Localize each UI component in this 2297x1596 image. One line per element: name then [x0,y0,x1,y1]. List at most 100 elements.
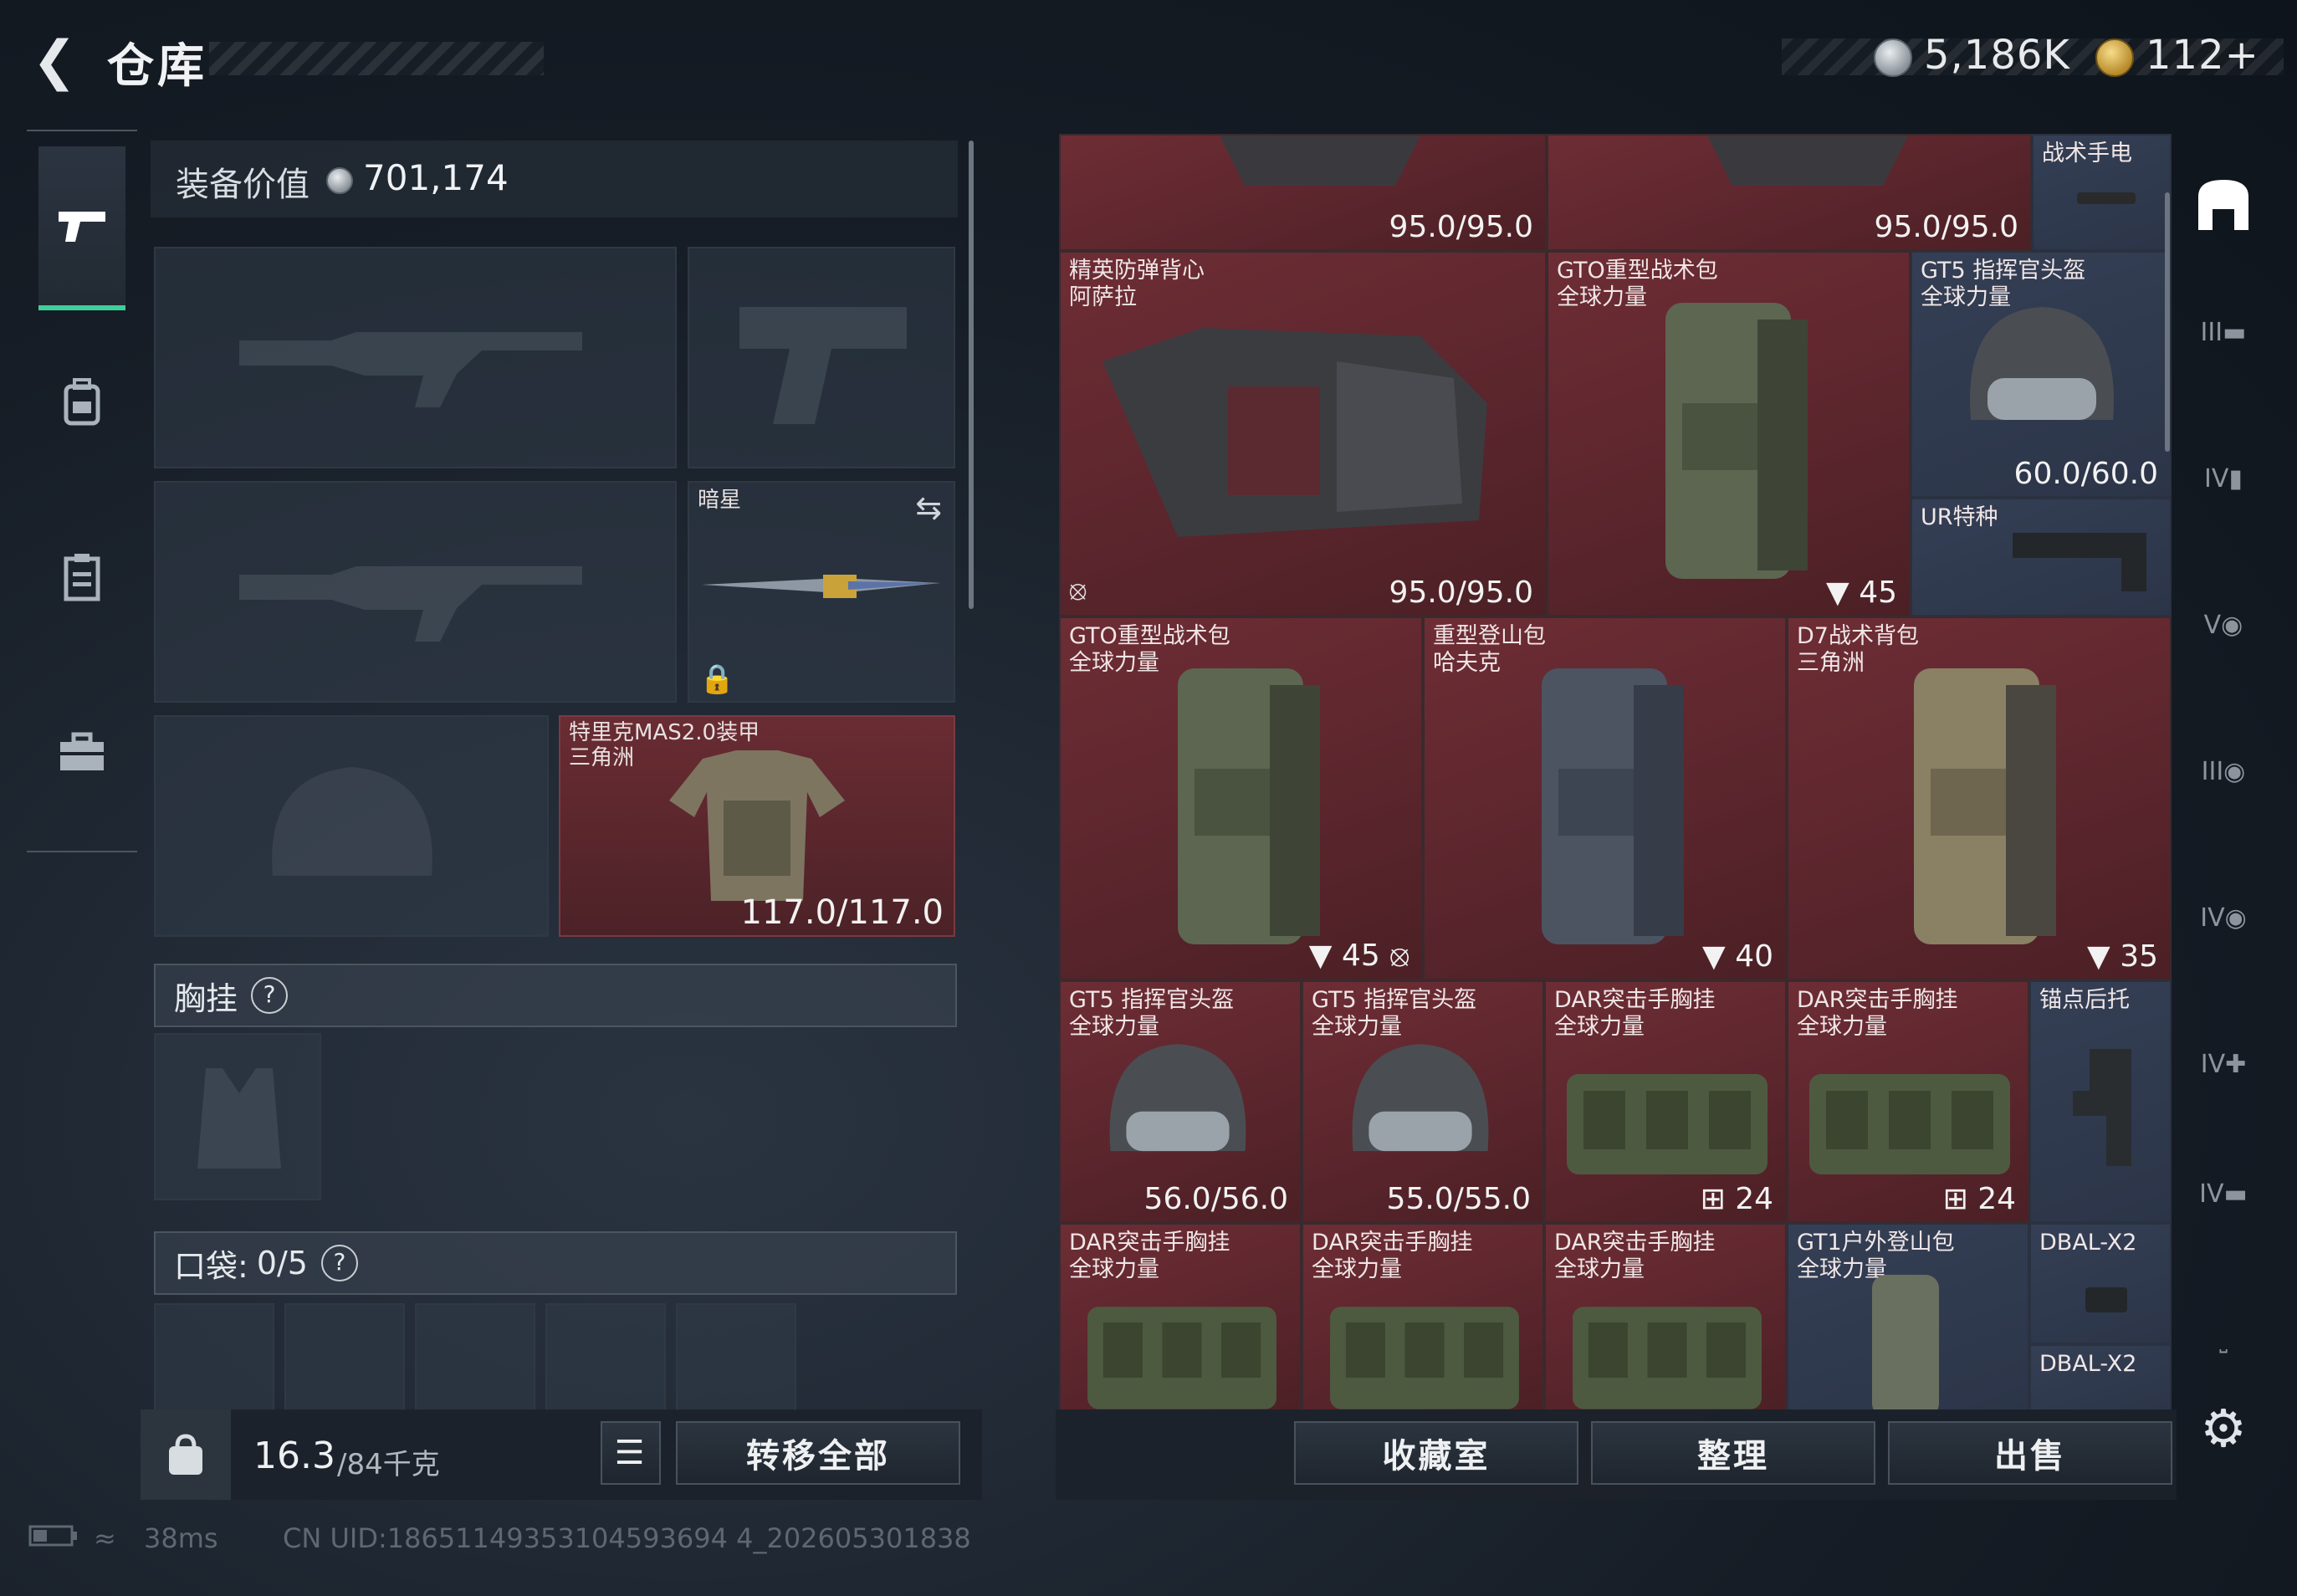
chest-rig-header: 胸挂 ? [154,964,957,1027]
primary-weapon-slot[interactable] [154,247,677,468]
grid-item[interactable]: GT1户外登山包 全球力量 [1787,1223,2029,1409]
silver-coin-icon [1874,38,1912,77]
transfer-all-button[interactable]: 转移全部 [676,1421,960,1485]
grid-item[interactable]: DAR突击手胸挂 全球力量 ⊞ 24 [1544,980,1787,1223]
backpack-icon [1914,668,2056,944]
grid-item[interactable]: DBAL-X2 [2029,1344,2172,1409]
swap-arrows-icon[interactable]: ⇆ [915,489,942,526]
grid-item[interactable]: 精英防弹背心 阿萨拉 ⦻ 95.0/95.0 [1059,251,1547,616]
panel-scrollbar[interactable] [969,141,974,609]
chest-rig-slot[interactable] [154,1033,321,1200]
filter-tier-4-gear-icon[interactable]: IV◉ [2182,903,2265,933]
grid-scrollbar[interactable] [2165,192,2170,452]
filter-tier-5-helmet-icon[interactable]: V◉ [2182,611,2265,640]
item-capacity: ▼ 35 [2087,939,2158,974]
armor-partial-icon [1707,136,1908,186]
tab-consumables[interactable] [38,498,125,657]
back-arrow-icon[interactable]: ❮ [25,32,84,90]
secondary-weapon-slot[interactable] [154,481,677,703]
silver-coin-icon [326,167,353,194]
helmet-icon [1109,1044,1246,1152]
tab-keys-case[interactable] [38,673,125,832]
collection-room-button[interactable]: 收藏室 [1294,1421,1578,1485]
chest-rig-silhouette-icon [197,1068,281,1169]
sell-button[interactable]: 出售 [1888,1421,2172,1485]
gold-coin-icon [2095,38,2134,77]
grid-item[interactable]: UR特种 [1911,498,2172,616]
grid-item[interactable]: GTO重型战术包 全球力量 ▼ 45 ⦻ [1059,616,1423,980]
chest-rig-icon [1330,1307,1519,1409]
grid-item[interactable]: DAR突击手胸挂 全球力量 ⊞ 24 [1787,980,2029,1223]
sidearm-slot[interactable] [688,247,955,468]
lock-icon: 🔒 [699,662,735,696]
rifle-stock-icon [2013,533,2146,591]
item-name: DAR突击手胸挂 全球力量 [1554,1230,1716,1282]
grid-item[interactable]: 战术手电 [2032,134,2172,251]
collapse-icon[interactable]: ⎵ [2182,1330,2265,1353]
title-stripe-decoration [209,42,544,75]
pockets-header: 口袋: 0/5 ? [154,1231,957,1295]
backpack-icon [1542,668,1684,944]
filter-tier-3-weapon-icon[interactable]: III▬ [2182,318,2265,347]
grid-item[interactable]: GT5 指挥官头盔 全球力量 55.0/55.0 [1302,980,1544,1223]
grid-item[interactable]: 重型登山包 哈夫克 ▼ 40 [1423,616,1787,980]
item-capacity: ⊞ 24 [1700,1182,1773,1216]
item-capacity: ⊞ 24 [1942,1182,2016,1216]
helmet-silhouette-icon [272,767,432,876]
pocket-slot[interactable] [545,1303,666,1412]
melee-slot[interactable]: 暗星 ⇆ 🔒 [688,481,955,703]
filter-tier-4-misc-icon[interactable]: IV▬ [2182,1179,2265,1209]
home-storage-icon[interactable] [2182,176,2265,241]
sort-button[interactable]: 整理 [1591,1421,1875,1485]
battery-icon [28,1522,79,1554]
grid-item[interactable]: DAR突击手胸挂 全球力量 [1544,1223,1787,1409]
filter-tier-3-gear-icon[interactable]: III◉ [2182,757,2265,786]
pocket-slot[interactable] [284,1303,405,1412]
chest-rig-help-icon[interactable]: ? [251,977,289,1014]
pockets-help-icon[interactable]: ? [320,1245,358,1281]
list-view-icon[interactable]: ☰ [601,1421,661,1485]
equipment-value: 701,174 [363,157,509,198]
grid-item[interactable]: GT5 指挥官头盔 全球力量 60.0/60.0 [1911,251,2172,498]
item-name: 战术手电 [2042,141,2132,166]
grid-item[interactable]: DAR突击手胸挂 全球力量 [1302,1223,1544,1409]
grid-item[interactable]: 锚点后托 [2029,980,2172,1223]
filter-tier-4-armor-icon[interactable]: IV▮ [2182,464,2265,494]
tab-backpack[interactable] [38,322,125,481]
rifle-silhouette-icon [239,332,582,407]
grid-item[interactable]: DAR突击手胸挂 全球力量 [1059,1223,1302,1409]
pistol-icon [59,212,105,242]
backpack-icon [1665,303,1808,579]
tab-weapons[interactable] [38,146,125,310]
filter-tier-4-medical-icon[interactable]: IV✚ [2182,1050,2265,1079]
grid-item[interactable]: 95.0/95.0 [1059,134,1547,251]
pockets-count: 0/5 [256,1245,308,1281]
pocket-slot[interactable] [415,1303,535,1412]
item-durability: 56.0/56.0 [1143,1182,1288,1216]
grid-item[interactable]: DBAL-X2 [2029,1223,2172,1344]
weight-bar: 16.3 /84千克 ☰ 转移全部 [141,1409,982,1500]
grid-item[interactable]: 95.0/95.0 [1547,134,2032,251]
helmet-slot[interactable] [154,715,549,937]
wifi-icon: ≈ [94,1522,116,1554]
item-name: UR特种 [1921,504,1998,530]
item-capacity: ▼ 45 [1826,575,1897,610]
grid-item[interactable]: GT5 指挥官头盔 全球力量 56.0/56.0 [1059,980,1302,1223]
pocket-slot[interactable] [154,1303,274,1412]
item-name: DAR突击手胸挂 全球力量 [1312,1230,1473,1282]
pocket-slot[interactable] [676,1303,796,1412]
grid-item[interactable]: GTO重型战术包 全球力量 ▼ 45 [1547,251,1911,616]
grid-item[interactable]: D7战术背包 三角洲 ▼ 35 [1787,616,2172,980]
body-armor-slot[interactable]: 特里克MAS2.0装甲 三角洲 117.0/117.0 [559,715,955,937]
warehouse-grid[interactable]: 95.0/95.0 95.0/95.0 战术手电 精英防弹背心 阿萨拉 ⦻ 95.… [1059,134,2172,1409]
silver-currency-amount: 5,186K [1924,32,2070,79]
settings-gear-icon[interactable]: ⚙ [2197,1402,2250,1455]
gold-currency-amount[interactable]: 112+ [2146,32,2259,79]
uid-text: CN UID:18651149353104593694 4_2026053018… [283,1522,971,1554]
briefcase-icon [60,732,104,770]
backpack-icon [1872,1275,1939,1409]
item-durability: 55.0/55.0 [1386,1182,1531,1216]
armor-durability: 117.0/117.0 [740,893,944,932]
chest-rig-icon [1573,1307,1762,1409]
item-capacity: ▼ 45 ⦻ [1308,939,1409,973]
